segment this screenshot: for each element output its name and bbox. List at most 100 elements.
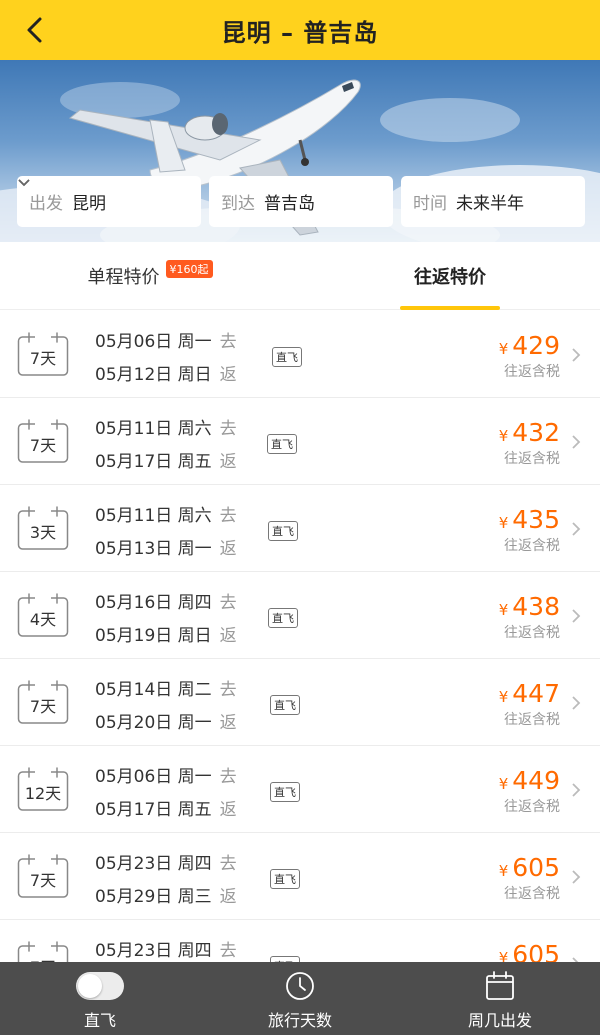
price: ¥449: [499, 766, 560, 795]
back-label: 返: [219, 626, 237, 646]
price-amount: 438: [512, 592, 560, 621]
toggle-knob: [78, 974, 102, 998]
hero-banner: 出发 昆明 到达 普吉岛 时间 未来半年: [0, 60, 600, 242]
flight-row[interactable]: 7天 05月06日 周一去 05月12日 周日返 直飞 ¥429 往返含税: [0, 311, 600, 398]
calendar-icon: 7天: [17, 853, 69, 899]
direct-flight-tag: 直飞: [270, 869, 300, 889]
back-label: 返: [219, 800, 237, 820]
direct-flight-tag: 直飞: [270, 782, 300, 802]
depart-date: 05月11日 周六去: [95, 419, 237, 439]
direct-flight-tag: 直飞: [268, 608, 298, 628]
chevron-right-icon: [572, 696, 581, 710]
trip-days: 3天: [29, 523, 57, 542]
direct-label: 直飞: [83, 1011, 116, 1030]
flight-row[interactable]: 4天 05月16日 周四去 05月19日 周日返 直飞 ¥438 往返含税: [0, 572, 600, 659]
price-note: 往返含税: [504, 364, 560, 380]
depart-date: 05月23日 周四去: [95, 941, 237, 961]
currency-symbol: ¥: [498, 340, 509, 358]
direct-toggle-item[interactable]: 直飞: [0, 962, 200, 1035]
go-label: 去: [219, 767, 237, 787]
header-bar: 昆明 – 普吉岛: [0, 0, 600, 60]
back-label: 返: [219, 713, 237, 733]
go-label: 去: [219, 419, 237, 439]
calendar-icon: 3天: [17, 505, 69, 551]
chevron-right-icon: [572, 783, 581, 797]
price: ¥435: [499, 505, 560, 534]
return-date: 05月17日 周五返: [95, 452, 237, 472]
back-button[interactable]: [18, 12, 54, 48]
flight-row[interactable]: 7天 05月11日 周六去 05月17日 周五返 直飞 ¥432 往返含税: [0, 398, 600, 485]
trip-days: 12天: [24, 784, 62, 803]
calendar-icon: 12天: [17, 766, 69, 812]
price: ¥438: [499, 592, 560, 621]
price: ¥605: [499, 853, 560, 882]
filter-time[interactable]: 时间 未来半年: [18, 176, 585, 227]
currency-symbol: ¥: [498, 601, 509, 619]
filter-departure[interactable]: 出发 昆明: [17, 176, 201, 227]
depart-date: 05月14日 周二去: [95, 680, 237, 700]
depart-date: 05月16日 周四去: [95, 593, 237, 613]
page-title: 昆明 – 普吉岛: [221, 18, 379, 47]
trip-days-filter[interactable]: 旅行天数: [200, 962, 400, 1035]
price-note: 往返含税: [504, 886, 560, 902]
chevron-right-icon: [572, 522, 581, 536]
back-label: 返: [219, 452, 237, 472]
trip-days: 7天: [29, 697, 57, 716]
direct-flight-tag: 直飞: [267, 434, 297, 454]
trip-days: 7天: [29, 349, 57, 368]
price-note: 往返含税: [504, 451, 560, 467]
chevron-right-icon: [572, 435, 581, 449]
filter-arrival[interactable]: 到达 普吉岛: [18, 176, 393, 227]
go-label: 去: [219, 941, 237, 961]
return-date: 05月20日 周一返: [95, 713, 237, 733]
filter-label: 出发: [29, 194, 63, 214]
filter-bar: 出发 昆明 到达 普吉岛 时间 未来半年: [17, 176, 585, 227]
flight-list: 7天 05月06日 周一去 05月12日 周日返 直飞 ¥429 往返含税 7天: [0, 311, 600, 1007]
filter-value: 未来半年: [456, 194, 524, 214]
tab-round-trip[interactable]: 往返特价: [300, 242, 600, 310]
currency-symbol: ¥: [498, 514, 509, 532]
currency-symbol: ¥: [498, 775, 509, 793]
price-note: 往返含税: [504, 625, 560, 641]
depart-date: 05月11日 周六去: [95, 506, 237, 526]
go-label: 去: [219, 680, 237, 700]
bottom-filter-bar: 直飞 旅行天数 周几出发: [0, 962, 600, 1035]
chevron-right-icon: [572, 348, 581, 362]
back-label: 返: [219, 539, 237, 559]
return-date: 05月17日 周五返: [95, 800, 237, 820]
direct-toggle[interactable]: [76, 972, 124, 1000]
price: ¥432: [499, 418, 560, 447]
depart-date: 05月06日 周一去: [95, 332, 237, 352]
price-amount: 447: [512, 679, 560, 708]
filter-value: 普吉岛: [264, 194, 315, 214]
return-date: 05月13日 周一返: [95, 539, 237, 559]
filter-value: 昆明: [72, 194, 106, 214]
flight-row[interactable]: 7天 05月23日 周四去 05月29日 周三返 直飞 ¥605 往返含税: [0, 833, 600, 920]
direct-flight-tag: 直飞: [272, 347, 302, 367]
filter-label: 时间: [413, 194, 447, 214]
price-note: 往返含税: [504, 538, 560, 554]
page: 昆明 – 普吉岛 出发 昆明 到达 普吉岛 时间 未来半年 单程特价 ¥160起…: [0, 0, 600, 1035]
price-amount: 429: [512, 331, 560, 360]
price-amount: 435: [512, 505, 560, 534]
trip-type-tabs: 单程特价 ¥160起 往返特价: [0, 242, 600, 310]
flight-row[interactable]: 12天 05月06日 周一去 05月17日 周五返 直飞 ¥449 往返含税: [0, 746, 600, 833]
trip-days: 4天: [29, 610, 57, 629]
price-amount: 432: [512, 418, 560, 447]
trip-days: 7天: [29, 871, 57, 890]
back-label: 返: [219, 365, 237, 385]
price-note: 往返含税: [504, 799, 560, 815]
price: ¥429: [499, 331, 560, 360]
chevron-right-icon: [572, 609, 581, 623]
filter-label: 到达: [221, 194, 255, 214]
flight-row[interactable]: 7天 05月14日 周二去 05月20日 周一返 直飞 ¥447 往返含税: [0, 659, 600, 746]
go-label: 去: [219, 506, 237, 526]
weekday-filter[interactable]: 周几出发: [400, 962, 600, 1035]
chevron-right-icon: [572, 870, 581, 884]
currency-symbol: ¥: [498, 688, 509, 706]
return-date: 05月29日 周三返: [95, 887, 237, 907]
depart-date: 05月06日 周一去: [95, 767, 237, 787]
flight-row[interactable]: 3天 05月11日 周六去 05月13日 周一返 直飞 ¥435 往返含税: [0, 485, 600, 572]
tab-one-way[interactable]: 单程特价 ¥160起: [0, 242, 300, 310]
weekday-label: 周几出发: [467, 1011, 532, 1030]
